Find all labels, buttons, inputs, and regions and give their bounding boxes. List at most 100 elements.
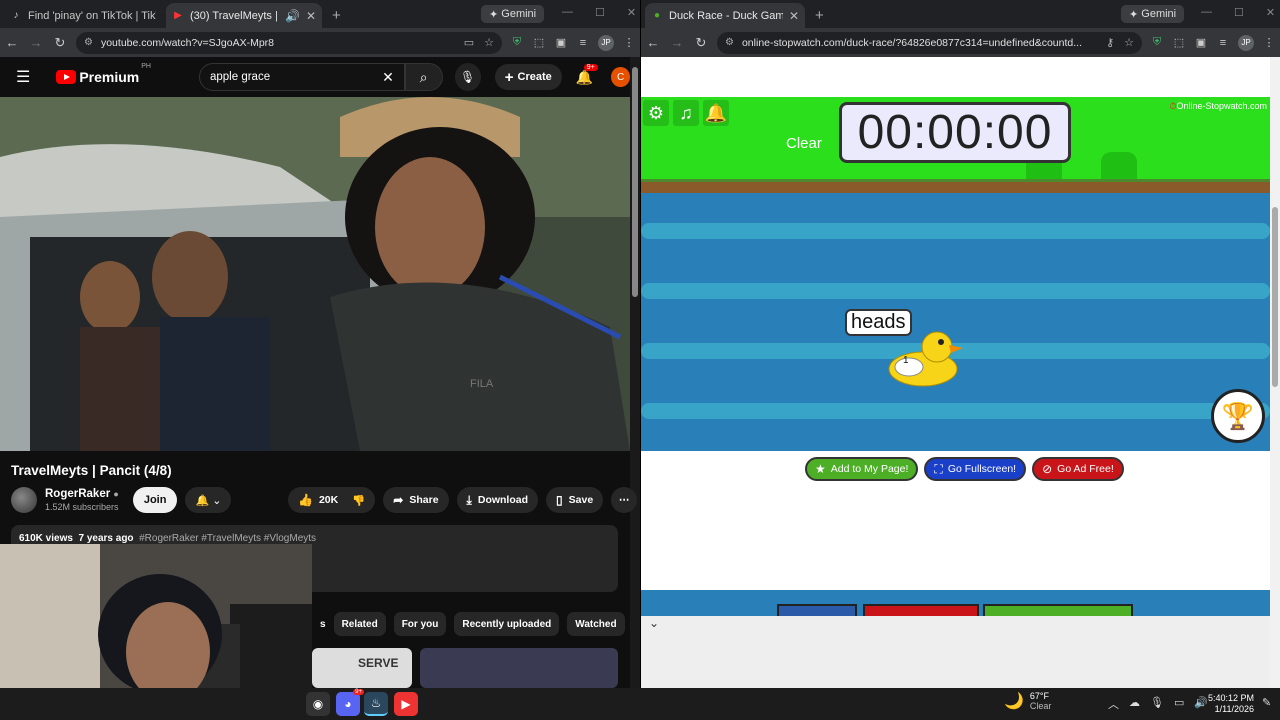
hashtags[interactable]: #RogerRaker #TravelMeyts #VlogMeyts bbox=[139, 533, 316, 544]
duck-race-game[interactable]: ⚙ ♫ 🔔 Clear 00:00:00 ⏱Online-Stopwatch.c… bbox=[641, 97, 1270, 451]
weather-widget[interactable]: 🌙 67°F Clear bbox=[1004, 691, 1051, 711]
fullscreen-button[interactable]: ⛶ Go Fullscreen! bbox=[924, 457, 1027, 481]
download-button[interactable]: ⤓ Download bbox=[456, 487, 539, 513]
music-off-icon[interactable]: ♫ bbox=[673, 100, 699, 126]
clock[interactable]: 5:40:12 PM 1/11/2026 bbox=[1208, 693, 1254, 715]
microphone-icon[interactable]: 🎙 bbox=[1150, 696, 1164, 712]
steam-icon[interactable]: ♨ bbox=[364, 692, 388, 716]
youtube-logo[interactable]: Premium PH bbox=[42, 63, 151, 85]
reload-icon[interactable]: ↻ bbox=[689, 35, 713, 51]
close-tab-icon[interactable]: ✕ bbox=[306, 9, 316, 23]
discord-icon[interactable]: ◕ 9+ bbox=[336, 689, 364, 716]
cast-icon[interactable]: ▭ bbox=[464, 36, 474, 49]
profile-avatar[interactable]: JP bbox=[1238, 34, 1254, 51]
tray-app-icon[interactable]: ☁ bbox=[1129, 696, 1140, 712]
menu-kebab-icon[interactable]: ⋮ bbox=[1258, 36, 1280, 49]
chevron-up-icon[interactable]: ︿ bbox=[1108, 696, 1119, 712]
back-icon[interactable]: ← bbox=[0, 35, 24, 50]
menu-kebab-icon[interactable]: ⋮ bbox=[618, 36, 640, 49]
create-button[interactable]: + Create bbox=[494, 64, 562, 90]
password-key-icon[interactable]: ⚷ bbox=[1106, 36, 1114, 49]
gemini-button[interactable]: ✦ Gemini bbox=[1121, 5, 1185, 23]
new-tab-button[interactable]: + bbox=[815, 7, 824, 24]
join-button[interactable]: Join bbox=[132, 487, 178, 513]
shield-extension-icon[interactable]: ⛨ bbox=[506, 36, 528, 49]
shield-extension-icon[interactable]: ⛨ bbox=[1146, 36, 1168, 49]
reading-list-icon[interactable]: ≡ bbox=[1212, 37, 1234, 49]
reading-list-icon[interactable]: ≡ bbox=[572, 37, 594, 49]
chip-related[interactable]: Related bbox=[333, 612, 386, 636]
user-avatar[interactable]: C bbox=[611, 67, 630, 87]
media-player-icon[interactable]: ▶ bbox=[394, 692, 418, 716]
like-button[interactable]: 👍 20K 👎 bbox=[288, 487, 376, 513]
video-player[interactable]: FILA bbox=[0, 97, 630, 451]
more-actions-button[interactable]: ⋯ bbox=[611, 487, 638, 513]
page-scrollbar[interactable] bbox=[630, 57, 640, 688]
profile-avatar[interactable]: JP bbox=[598, 34, 614, 51]
extensions-puzzle-icon[interactable]: ⬚ bbox=[528, 36, 550, 49]
speaker-icon[interactable]: 🔊 bbox=[285, 9, 300, 23]
settings-gear-icon[interactable]: ⚙ bbox=[643, 100, 669, 126]
ad-free-button[interactable]: ⊘ Go Ad Free! bbox=[1032, 457, 1124, 481]
window-controls[interactable]: — ☐ ✕ bbox=[1201, 6, 1275, 19]
sidepanel-icon[interactable]: ▣ bbox=[1190, 36, 1212, 49]
forward-icon[interactable]: → bbox=[665, 35, 689, 50]
maximize-icon[interactable]: ☐ bbox=[595, 6, 605, 19]
close-tab-icon[interactable]: ✕ bbox=[789, 9, 799, 23]
site-info-icon[interactable]: ⚙ bbox=[725, 37, 734, 48]
volume-icon[interactable]: 🔊 bbox=[1194, 696, 1208, 712]
chip-for-you[interactable]: For you bbox=[393, 612, 447, 636]
scrollbar-thumb[interactable] bbox=[1272, 207, 1278, 387]
tab-tiktok[interactable]: ♪ Find 'pinay' on TikTok | TikTok S bbox=[4, 3, 162, 28]
address-bar[interactable]: ⚙ online-stopwatch.com/duck-race/?64826e… bbox=[717, 31, 1142, 54]
close-icon[interactable]: ✕ bbox=[627, 6, 636, 19]
close-icon[interactable]: ✕ bbox=[1266, 6, 1275, 19]
window-controls[interactable]: — ☐ ✕ bbox=[562, 6, 636, 19]
panel-button[interactable] bbox=[777, 604, 857, 616]
channel-avatar[interactable] bbox=[11, 487, 37, 513]
chevron-down-icon[interactable]: ⌄ bbox=[649, 616, 659, 630]
channel-name[interactable]: RogerRaker ● bbox=[45, 488, 119, 500]
back-icon[interactable]: ← bbox=[641, 35, 665, 50]
panel-button[interactable] bbox=[863, 604, 979, 616]
obs-icon[interactable]: ◉ bbox=[306, 692, 330, 716]
extensions-puzzle-icon[interactable]: ⬚ bbox=[1168, 36, 1190, 49]
online-stopwatch-logo[interactable]: ⏱Online-Stopwatch.com bbox=[1169, 101, 1267, 112]
add-to-page-button[interactable]: ★ Add to My Page! bbox=[805, 457, 919, 481]
notifications-button[interactable]: 🔔 9+ bbox=[576, 63, 598, 86]
site-info-icon[interactable]: ⚙ bbox=[84, 37, 93, 48]
network-icon[interactable]: ▭ bbox=[1174, 696, 1184, 712]
scrollbar-thumb[interactable] bbox=[632, 67, 638, 297]
clear-search-icon[interactable]: ✕ bbox=[382, 69, 394, 86]
hamburger-menu-icon[interactable]: ☰ bbox=[16, 67, 30, 87]
share-button[interactable]: ➦ Share bbox=[383, 487, 449, 513]
page-scrollbar[interactable] bbox=[1270, 57, 1280, 688]
recommended-thumbnail[interactable] bbox=[420, 648, 618, 688]
thumbs-down-icon[interactable]: 👎 bbox=[352, 494, 365, 507]
chip-recently-uploaded[interactable]: Recently uploaded bbox=[454, 612, 560, 636]
gemini-button[interactable]: ✦ Gemini bbox=[481, 5, 545, 23]
trophy-button[interactable]: 🏆 bbox=[1211, 389, 1265, 443]
minimize-icon[interactable]: — bbox=[562, 6, 573, 19]
clear-button[interactable]: Clear bbox=[786, 135, 822, 152]
bookmark-star-icon[interactable]: ☆ bbox=[1124, 36, 1134, 49]
reload-icon[interactable]: ↻ bbox=[48, 35, 72, 51]
search-button[interactable]: ⌕ bbox=[404, 63, 443, 91]
tab-duck-race[interactable]: ● Duck Race - Duck Games ✕ bbox=[645, 3, 805, 28]
sound-bell-icon[interactable]: 🔔 bbox=[703, 100, 729, 126]
subscribe-bell-button[interactable]: 🔔 ⌄ bbox=[185, 487, 232, 513]
mic-button[interactable]: 🎙 bbox=[454, 63, 481, 91]
minimize-icon[interactable]: — bbox=[1201, 6, 1212, 19]
save-button[interactable]: ▯ Save bbox=[546, 487, 604, 513]
tab-youtube[interactable]: ▶ (30) TravelMeyts | Pancit (4/8) 🔊 ✕ bbox=[166, 3, 322, 28]
maximize-icon[interactable]: ☐ bbox=[1234, 6, 1244, 19]
bookmark-star-icon[interactable]: ☆ bbox=[484, 36, 494, 49]
forward-icon[interactable]: → bbox=[24, 35, 48, 50]
new-tab-button[interactable]: + bbox=[332, 7, 341, 24]
chip-watched[interactable]: Watched bbox=[567, 612, 625, 636]
sidepanel-icon[interactable]: ▣ bbox=[550, 36, 572, 49]
chip-partial[interactable]: s bbox=[320, 612, 326, 636]
search-input[interactable]: apple grace ✕ bbox=[199, 63, 405, 91]
notifications-icon[interactable]: ✎ bbox=[1262, 696, 1271, 709]
address-bar[interactable]: ⚙ youtube.com/watch?v=SJgoAX-Mpr8 ▭ ☆ bbox=[76, 31, 502, 54]
